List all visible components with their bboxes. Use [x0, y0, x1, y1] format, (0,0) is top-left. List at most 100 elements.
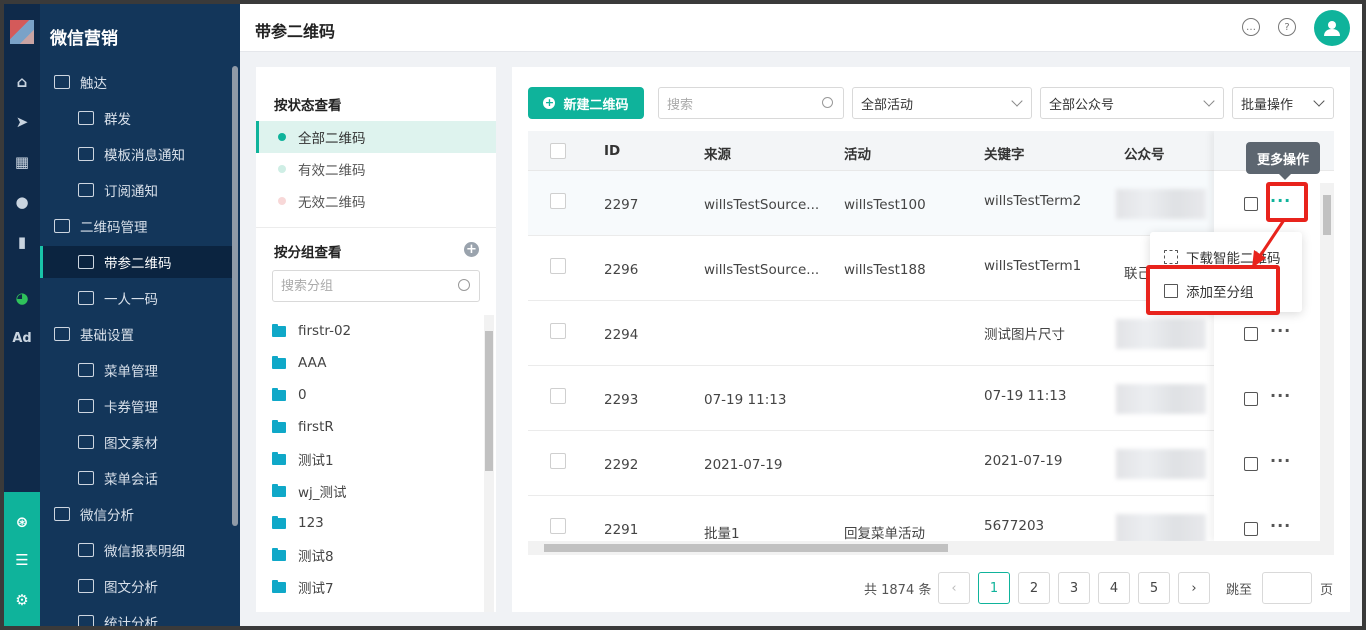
column-header[interactable]: 公众号 [1124, 143, 1165, 163]
cell-keyword: 07-19 11:13 [984, 388, 1067, 404]
avatar[interactable] [1314, 10, 1350, 46]
menu-item-icon [78, 111, 94, 125]
group-label: wj_测试 [298, 485, 347, 501]
sidebar-item[interactable]: 卡券管理 [40, 390, 232, 422]
add-group-icon[interactable]: + [464, 242, 479, 257]
cell-id: 2297 [604, 197, 639, 213]
home-icon[interactable]: ⌂ [10, 70, 34, 94]
column-header[interactable]: 关键字 [984, 143, 1025, 163]
table-horizontal-scrollbar[interactable] [528, 541, 1334, 555]
status-dot-icon [278, 197, 286, 205]
cell-source: willsTestSource... [704, 262, 820, 278]
chart-icon[interactable]: ▮ [10, 230, 34, 254]
search-input[interactable]: 搜索 [658, 87, 844, 119]
more-actions-icon[interactable]: ··· [1270, 386, 1291, 405]
message-icon[interactable]: … [1242, 18, 1260, 36]
sidebar-group[interactable]: 二维码管理 [40, 210, 232, 242]
sidebar-item[interactable]: 图文分析 [40, 570, 232, 602]
menu-item-icon [78, 471, 94, 485]
layout-icon[interactable]: ▦ [10, 150, 34, 174]
group-list-item[interactable]: firstR [272, 411, 472, 443]
column-header[interactable]: 来源 [704, 143, 731, 163]
settings-icon[interactable]: ⚙ [10, 588, 34, 612]
edit-icon[interactable] [1244, 327, 1258, 341]
activity-select[interactable]: 全部活动 [852, 87, 1032, 119]
wechat-icon[interactable]: ◕ [10, 286, 34, 310]
sidebar-scrollbar[interactable] [232, 66, 238, 526]
rail-bottom-panel: ⊛ ☰ ⚙ [4, 492, 40, 626]
edit-icon[interactable] [1244, 197, 1258, 211]
group-list-item[interactable]: 测试8 [272, 539, 472, 571]
edit-icon[interactable] [1244, 392, 1258, 406]
group-list-item[interactable]: firstr-02 [272, 315, 472, 347]
cell-id: 2294 [604, 327, 639, 343]
ad-icon[interactable]: Ad [10, 326, 34, 350]
group-search-input[interactable] [272, 270, 480, 302]
group-list-item[interactable]: 测试1 [272, 443, 472, 475]
sidebar-item-label: 菜单管理 [104, 364, 158, 380]
account-select[interactable]: 全部公众号 [1040, 87, 1224, 119]
page-suffix: 页 [1320, 583, 1334, 598]
sidebar-item[interactable]: 菜单管理 [40, 354, 232, 386]
group-list-item[interactable]: AAA [272, 347, 472, 379]
page-number-button[interactable]: 2 [1018, 572, 1050, 604]
sidebar-item[interactable]: 订阅通知 [40, 174, 232, 206]
more-actions-icon[interactable]: ··· [1270, 451, 1291, 470]
page-number-button[interactable]: 5 [1138, 572, 1170, 604]
column-header[interactable]: ID [604, 143, 620, 159]
page-number-button[interactable]: 3 [1058, 572, 1090, 604]
row-checkbox[interactable] [550, 323, 566, 339]
group-list-item[interactable]: 123 [272, 507, 472, 539]
table-vertical-scrollbar[interactable] [1320, 183, 1334, 541]
sidebar-item-label: 基础设置 [80, 328, 134, 344]
sidebar-item[interactable]: 微信报表明细 [40, 534, 232, 566]
more-actions-icon[interactable]: ··· [1270, 321, 1291, 340]
sidebar-item[interactable]: 模板消息通知 [40, 138, 232, 170]
sidebar-group[interactable]: 触达 [40, 66, 232, 98]
icon-rail: ⌂ ➤ ▦ ● ▮ ◕ Ad ⊛ ☰ ⚙ [4, 4, 40, 626]
more-actions-icon[interactable]: ··· [1270, 516, 1291, 535]
edit-icon[interactable] [1244, 457, 1258, 471]
page-number-button[interactable]: 4 [1098, 572, 1130, 604]
server-icon[interactable]: ☰ [10, 548, 34, 572]
user-icon[interactable]: ● [10, 190, 34, 214]
status-filter-item[interactable]: 全部二维码 [256, 121, 496, 153]
status-filter-item[interactable]: 无效二维码 [256, 185, 496, 217]
status-filter-item[interactable]: 有效二维码 [256, 153, 496, 185]
sidebar-group[interactable]: 微信分析 [40, 498, 232, 530]
page-number-button[interactable]: 1 [978, 572, 1010, 604]
send-icon[interactable]: ➤ [10, 110, 34, 134]
sidebar-item[interactable]: 统计分析 [40, 606, 232, 626]
main-panel: + 新建二维码 搜索 全部活动 全部公众号 批量操作 ID 来源 活动 关键字 公… [512, 67, 1350, 612]
row-checkbox[interactable] [550, 388, 566, 404]
row-checkbox[interactable] [550, 518, 566, 534]
group-list-item[interactable]: wj_测试 [272, 475, 472, 507]
sidebar-item[interactable]: 带参二维码 [40, 246, 232, 278]
sidebar-item[interactable]: 一人一码 [40, 282, 232, 314]
row-checkbox[interactable] [550, 258, 566, 274]
menu-item-icon [78, 183, 94, 197]
batch-operation-dropdown[interactable]: 批量操作 [1232, 87, 1334, 119]
sidebar-group[interactable]: 基础设置 [40, 318, 232, 350]
jump-page-input[interactable] [1262, 572, 1312, 604]
group-list-item[interactable]: 测试7 [272, 571, 472, 603]
menu-item-icon [78, 255, 94, 269]
help-icon[interactable]: ? [1278, 18, 1296, 36]
prev-page-button[interactable]: ‹ [938, 572, 970, 604]
new-qrcode-button[interactable]: + 新建二维码 [528, 87, 644, 119]
group-list-scrollbar[interactable] [484, 315, 494, 612]
users-circle-icon[interactable]: ⊛ [10, 510, 34, 534]
sidebar-item[interactable]: 群发 [40, 102, 232, 134]
search-icon [458, 279, 470, 291]
row-checkbox[interactable] [550, 193, 566, 209]
column-header[interactable]: 活动 [844, 143, 871, 163]
qrcode-icon [1164, 250, 1178, 264]
row-checkbox[interactable] [550, 453, 566, 469]
sidebar-item[interactable]: 图文素材 [40, 426, 232, 458]
group-list-item[interactable]: 0 [272, 379, 472, 411]
group-list-item[interactable]: 测试6 [272, 603, 472, 612]
select-all-checkbox[interactable] [550, 143, 566, 159]
next-page-button[interactable]: › [1178, 572, 1210, 604]
edit-icon[interactable] [1244, 522, 1258, 536]
sidebar-item[interactable]: 菜单会话 [40, 462, 232, 494]
